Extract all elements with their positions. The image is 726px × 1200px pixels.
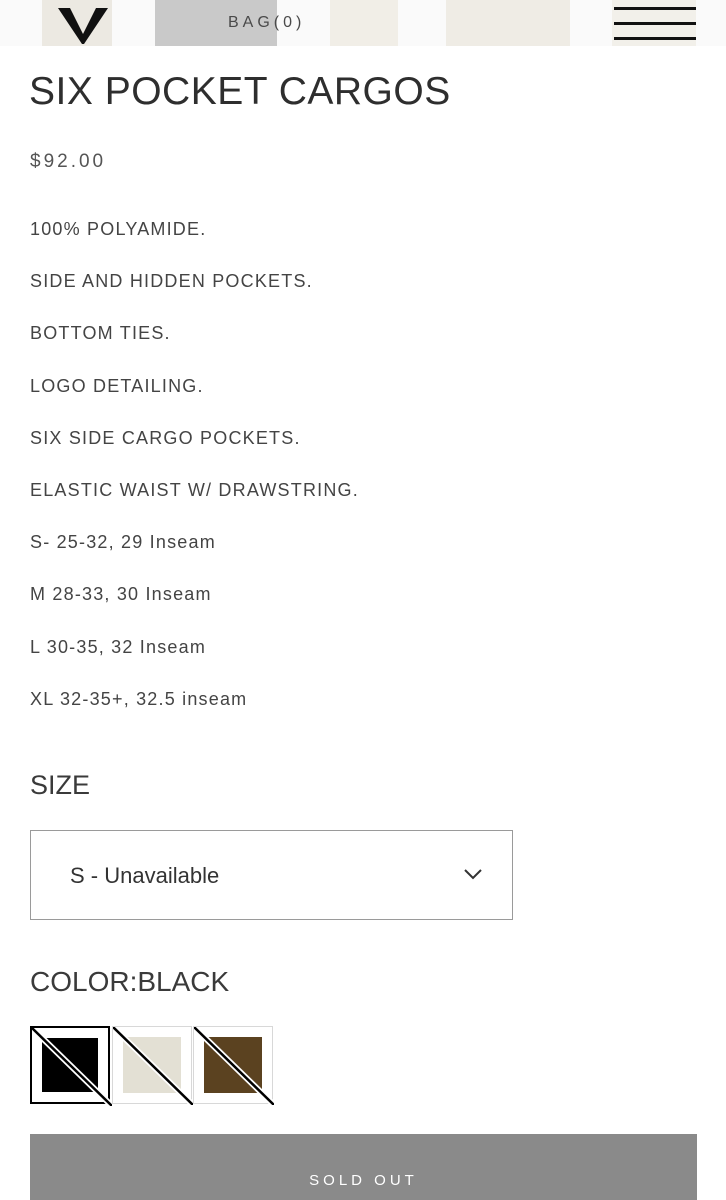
menu-line [614,37,696,40]
size-label: SIZE [30,770,91,800]
product-thumbnail[interactable] [446,0,570,46]
detail-item: XL 32-35+, 32.5 inseam [30,688,248,709]
product-thumbnail[interactable] [330,0,398,46]
product-details-list: 100% POLYAMIDE. SIDE AND HIDDEN POCKETS.… [30,218,690,740]
detail-item: M 28-33, 30 Inseam [30,584,212,605]
detail-item: S- 25-32, 29 Inseam [30,532,216,553]
size-select[interactable]: S - Unavailable [30,830,513,920]
detail-item: 100% POLYAMIDE. [30,219,207,239]
bag-link[interactable]: BAG(0) [228,14,305,32]
v-logo-icon[interactable] [56,4,110,44]
menu-line [614,7,696,10]
unavailable-slash-icon [113,1027,193,1105]
chevron-down-icon [464,869,482,880]
menu-line [614,22,696,25]
color-label: COLOR:BLACK [30,966,230,997]
product-price: $92.00 [30,151,107,172]
detail-item: L 30-35, 32 Inseam [30,636,207,657]
color-swatch-brown[interactable] [193,1026,274,1105]
detail-item: ELASTIC WAIST W/ DRAWSTRING. [30,479,359,500]
detail-item: BOTTOM TIES. [30,323,171,344]
sold-out-button[interactable]: SOLD OUT [30,1134,697,1200]
color-swatch-black[interactable] [30,1026,112,1106]
top-nav-bar: BAG(0) [0,0,726,46]
hamburger-menu-icon[interactable] [614,6,696,42]
unavailable-slash-icon [32,1028,112,1106]
detail-item: LOGO DETAILING. [30,375,204,396]
unavailable-slash-icon [194,1027,274,1105]
product-title: SIX POCKET CARGOS [29,70,451,113]
size-select-value: S - Unavailable [70,863,220,888]
detail-item: SIDE AND HIDDEN POCKETS. [30,271,313,292]
color-swatch-cream[interactable] [112,1026,193,1105]
detail-item: SIX SIDE CARGO POCKETS. [30,427,301,448]
sold-out-label: SOLD OUT [309,1172,418,1189]
